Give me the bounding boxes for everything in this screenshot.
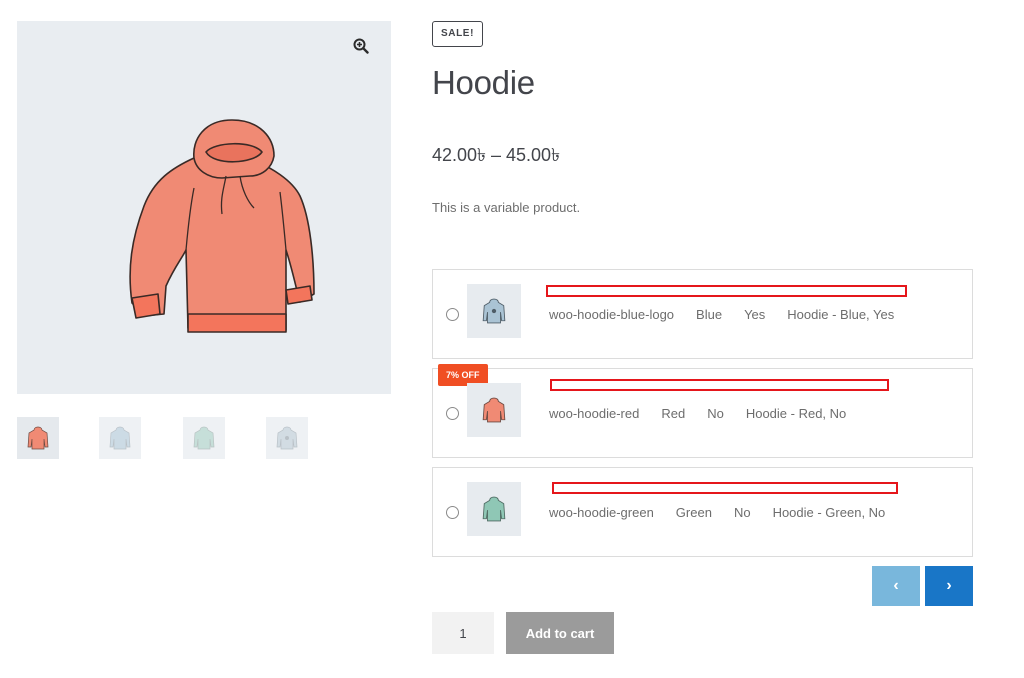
variation-logo: No: [733, 505, 751, 520]
product-title: Hoodie: [432, 64, 535, 101]
hoodie-thumb-icon: [27, 426, 49, 450]
variation-name: Hoodie - Green, No: [772, 505, 886, 520]
thumbnail-hoodie-blue[interactable]: [99, 417, 141, 459]
next-page-button[interactable]: ›: [925, 566, 973, 606]
variation-name: Hoodie - Red, No: [745, 406, 847, 421]
variation-thumbnail: [467, 482, 521, 536]
variation-row[interactable]: woo-hoodie-blue-logo Blue Yes Hoodie - Blue…: [432, 269, 973, 359]
variation-color: Blue: [696, 307, 723, 322]
variation-row[interactable]: 7% OFF woo-hoodie-red Red No Hoodie - Red, …: [432, 364, 973, 458]
price-range: 42.00৳ – 45.00৳: [432, 145, 561, 165]
variation-row[interactable]: woo-hoodie-green Green No Hoodie - Green, N…: [432, 467, 973, 557]
thumbnail-hoodie-red[interactable]: [17, 417, 59, 459]
product-main-image[interactable]: [17, 21, 391, 394]
redacted-title-bar: [550, 379, 889, 391]
hoodie-thumb-icon: [109, 426, 131, 450]
variation-logo: No: [707, 406, 724, 421]
variation-attributes: woo-hoodie-blue-logo Blue Yes Hoodie - Blue…: [549, 307, 916, 322]
hoodie-thumb-icon: [482, 496, 506, 522]
sale-badge: SALE!: [432, 21, 483, 47]
variation-sku: woo-hoodie-red: [549, 406, 640, 421]
variation-thumbnail: [467, 284, 521, 338]
variation-logo: Yes: [744, 307, 766, 322]
hoodie-thumb-icon: [482, 397, 506, 423]
variation-color: Green: [675, 505, 712, 520]
variation-sku: woo-hoodie-green: [549, 505, 654, 520]
variation-radio[interactable]: [446, 506, 459, 519]
zoom-button[interactable]: [348, 33, 374, 59]
variation-attributes: woo-hoodie-red Red No Hoodie - Red, No: [549, 406, 868, 421]
quantity-input[interactable]: [432, 612, 494, 654]
zoom-in-icon: [353, 38, 369, 54]
product-description: This is a variable product.: [432, 200, 581, 215]
add-to-cart-button[interactable]: Add to cart: [506, 612, 614, 654]
variation-thumbnail: [467, 383, 521, 437]
variation-attributes: woo-hoodie-green Green No Hoodie - Green, N…: [549, 505, 907, 520]
hoodie-thumb-icon: [482, 298, 506, 324]
hoodie-illustration: [129, 119, 315, 333]
variation-radio[interactable]: [446, 308, 459, 321]
hoodie-thumb-icon: [193, 426, 215, 450]
variation-sku: woo-hoodie-blue-logo: [549, 307, 675, 322]
redacted-title-bar: [546, 285, 907, 297]
variation-color: Red: [661, 406, 686, 421]
previous-page-button[interactable]: ‹: [872, 566, 920, 606]
redacted-title-bar: [552, 482, 898, 494]
thumbnail-hoodie-blue-logo[interactable]: [266, 417, 308, 459]
thumbnail-hoodie-green[interactable]: [183, 417, 225, 459]
gallery-thumbnails: [17, 417, 391, 461]
hoodie-thumb-icon: [276, 426, 298, 450]
variation-radio[interactable]: [446, 407, 459, 420]
variation-name: Hoodie - Blue, Yes: [787, 307, 895, 322]
